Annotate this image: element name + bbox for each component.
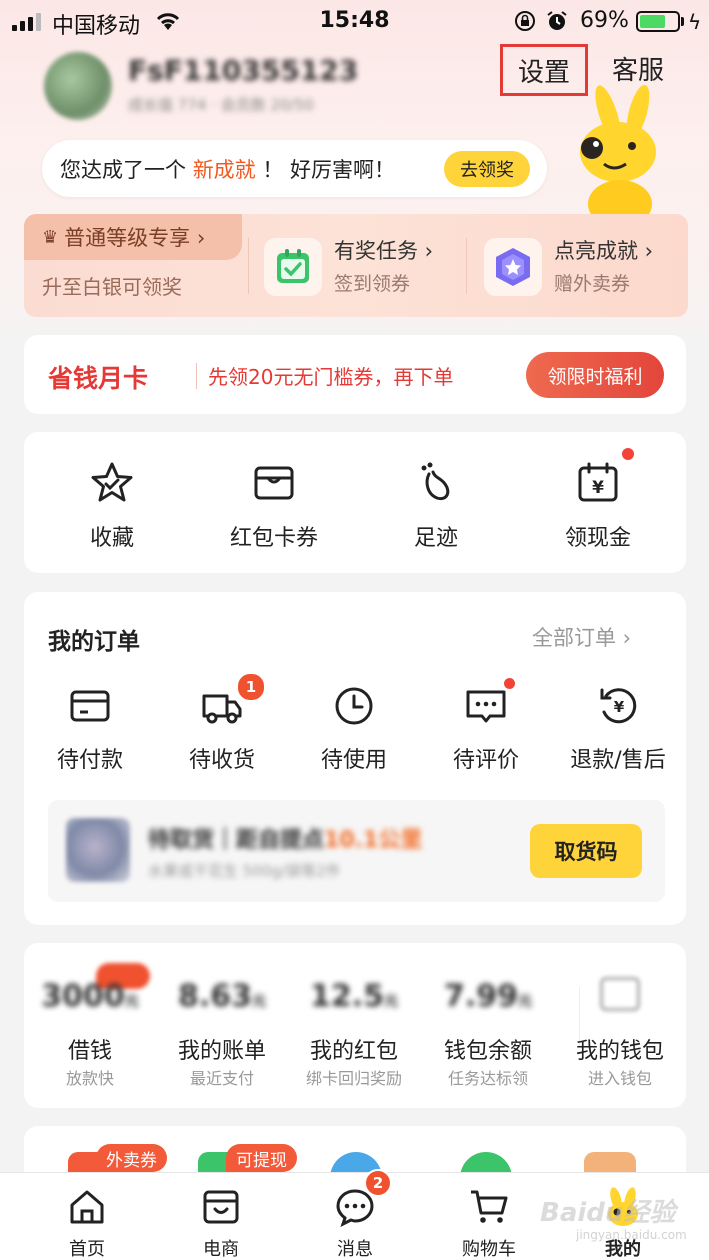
wallet-item-mywallet[interactable]: 我的钱包 进入钱包	[554, 963, 686, 1103]
divider	[466, 238, 467, 294]
mascot-image	[580, 84, 656, 214]
tab-messages[interactable]: 2 消息	[288, 1169, 422, 1260]
pickup-panel[interactable]: 待取货｜距自提点10.1公里 水果或干花生 500g/袋等2件 取货码	[48, 800, 665, 902]
wallet-icon	[600, 977, 640, 1011]
delivery-count-badge: 1	[236, 672, 266, 702]
wallet-item-balance[interactable]: 7.99元 钱包余额 任务达标领	[422, 963, 554, 1103]
avatar[interactable]	[44, 52, 112, 120]
wallet-card: 3000元 借钱 放款快 8.63元 我的账单 最近支付 12.5元 我的红包 …	[24, 943, 686, 1108]
baidu-watermark-url: jingyan.baidu.com	[576, 1228, 687, 1242]
wallet-item-bill[interactable]: 8.63元 我的账单 最近支付	[156, 963, 288, 1103]
battery-icon	[636, 11, 680, 32]
level-upgrade-text: 升至白银可领奖	[42, 275, 182, 299]
tab-shop[interactable]: 电商	[154, 1173, 288, 1260]
cart-icon	[471, 1190, 508, 1223]
battery-percent: 69%	[580, 8, 629, 33]
cash-entry[interactable]: ¥ 领现金	[518, 448, 678, 566]
wallet-item-borrow[interactable]: 3000元 借钱 放款快	[24, 963, 156, 1103]
quick-actions-card: 收藏 红包卡券 足迹 ¥ 领现金	[24, 432, 686, 573]
limited-benefit-button[interactable]: 领限时福利	[526, 352, 664, 398]
charging-icon: ϟ	[688, 10, 702, 34]
cash-calendar-icon: ¥	[578, 462, 618, 502]
order-pending-payment[interactable]: 待付款	[24, 674, 156, 784]
home-icon	[70, 1190, 104, 1224]
favorites-entry[interactable]: 收藏	[32, 456, 192, 566]
saver-card[interactable]: 省钱月卡 先领20元无门槛券，再下单 领限时福利	[24, 335, 686, 414]
wallet-card-icon	[254, 466, 294, 500]
badge-star-icon	[484, 238, 542, 296]
notification-dot	[504, 678, 515, 689]
all-orders-link[interactable]: 全部订单 ›	[532, 622, 631, 652]
footprint-entry[interactable]: 足迹	[356, 456, 516, 566]
withdrawable-tag: 可提现	[226, 1144, 297, 1172]
level-tag[interactable]: ♛ 普通等级专享 ›	[24, 214, 242, 260]
takeout-coupon-tag: 外卖券	[96, 1144, 167, 1172]
orders-card: 我的订单 全部订单 › 待付款 1 待收货 待使用 待评价 ¥ 退款/售后 待取…	[24, 592, 686, 925]
saver-card-title: 省钱月卡	[48, 364, 149, 393]
svg-text:¥: ¥	[614, 698, 625, 716]
saver-card-desc: 先领20元无门槛券，再下单	[208, 365, 454, 389]
customer-service-button[interactable]: 客服	[612, 50, 664, 87]
order-to-use[interactable]: 待使用	[288, 674, 420, 784]
divider	[248, 238, 249, 294]
alarm-icon	[547, 11, 567, 30]
product-thumbnail	[66, 818, 130, 882]
user-meta: 成长值 774 · 会员数 20/50	[128, 96, 314, 114]
status-bar: 中国移动 15:48 69% ϟ	[0, 0, 709, 44]
battery-tip	[681, 17, 684, 26]
achievement-highlight: 新成就	[192, 158, 256, 182]
order-refund[interactable]: ¥ 退款/售后	[552, 674, 684, 784]
tab-cart[interactable]: 购物车	[422, 1173, 556, 1260]
shop-box-icon	[203, 1190, 239, 1224]
username[interactable]: FsF110355123	[128, 54, 358, 87]
card-icon	[70, 690, 110, 722]
pickup-title: 待取货｜距自提点10.1公里	[148, 828, 423, 853]
order-to-review[interactable]: 待评价	[420, 674, 552, 784]
refund-icon: ¥	[600, 688, 637, 724]
pickup-subtitle: 水果或干花生 500g/袋等2件	[148, 862, 341, 880]
tab-home[interactable]: 首页	[20, 1173, 154, 1260]
rotation-lock-icon	[515, 11, 535, 31]
pickup-code-button[interactable]: 取货码	[530, 824, 642, 878]
order-pending-delivery[interactable]: 1 待收货	[156, 672, 288, 784]
wallet-item-redpacket[interactable]: 12.5元 我的红包 绑卡回归奖励	[288, 963, 420, 1103]
notification-dot	[622, 448, 634, 460]
level-benefits-panel: ♛ 普通等级专享 › 升至白银可领奖 有奖任务 › 签到领券 点亮成就 › 赠外…	[24, 214, 688, 317]
message-count-badge: 2	[364, 1169, 392, 1197]
clock-icon	[335, 687, 373, 725]
claim-reward-button[interactable]: 去领奖	[444, 151, 530, 187]
comment-icon	[466, 690, 506, 723]
orders-title: 我的订单	[48, 629, 140, 655]
svg-text:¥: ¥	[592, 478, 604, 498]
baidu-watermark: Baidu经验	[540, 1198, 676, 1228]
crown-icon: ♛	[42, 226, 59, 248]
star-icon	[91, 462, 133, 502]
coupons-entry[interactable]: 红包卡券	[194, 456, 354, 566]
footprint-icon	[421, 462, 450, 501]
divider	[196, 363, 197, 389]
achievement-text: 您达成了一个 新成就 ！ 好厉害啊！	[60, 158, 396, 182]
calendar-check-icon	[264, 238, 322, 296]
achievements-entry[interactable]: 点亮成就 › 赠外卖券	[484, 232, 684, 302]
achievement-banner[interactable]: 您达成了一个 新成就 ！ 好厉害啊！ 去领奖	[42, 140, 547, 197]
reward-tasks-entry[interactable]: 有奖任务 › 签到领券	[264, 232, 464, 302]
